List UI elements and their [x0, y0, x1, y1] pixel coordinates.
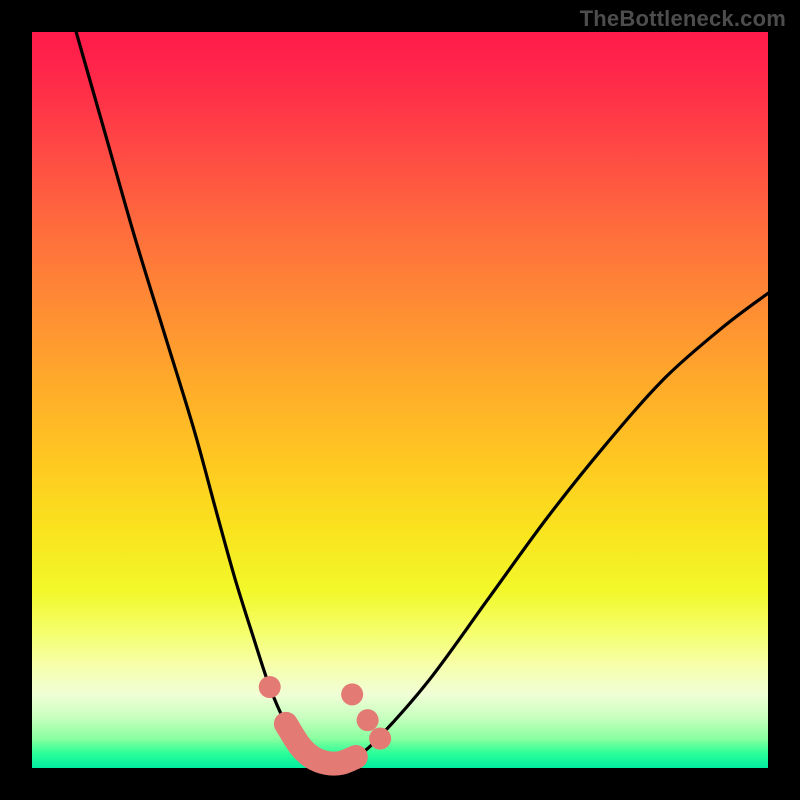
point-c-marker — [357, 709, 379, 731]
optimal-range — [286, 724, 356, 764]
chart-frame: TheBottleneck.com — [0, 0, 800, 800]
chart-overlay — [32, 32, 768, 768]
point-b-marker — [341, 683, 363, 705]
bottleneck-curve — [76, 32, 768, 764]
point-d-marker — [369, 728, 391, 750]
watermark-label: TheBottleneck.com — [580, 6, 786, 32]
point-a-marker — [259, 676, 281, 698]
